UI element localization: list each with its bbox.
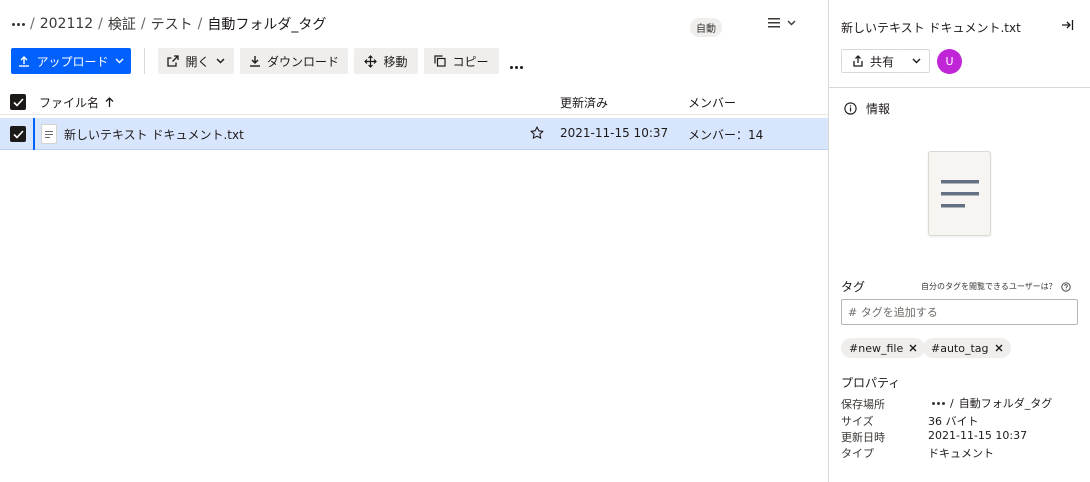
- breadcrumb-separator: /: [98, 16, 103, 32]
- tag-input-placeholder: # タグを追加する: [848, 306, 938, 319]
- tag-visibility-help[interactable]: 自分のタグを閲覧できるユーザーは？: [921, 281, 1071, 292]
- share-icon: [852, 55, 864, 67]
- row-checkbox[interactable]: [10, 126, 26, 142]
- breadcrumb-separator: /: [30, 16, 35, 32]
- members-column-header[interactable]: メンバー: [688, 94, 736, 111]
- name-column-label: ファイル名: [39, 96, 100, 110]
- panel-divider: [829, 87, 1090, 88]
- sort-ascending-icon: [105, 97, 114, 108]
- download-button[interactable]: ダウンロード: [240, 48, 348, 74]
- tag-input[interactable]: # タグを追加する: [841, 299, 1078, 325]
- file-modified: 2021-11-15 10:37: [560, 126, 669, 140]
- tag-chip-label: #auto_tag: [931, 341, 989, 355]
- open-external-icon: [167, 55, 180, 67]
- chevron-down-icon: [912, 58, 921, 64]
- breadcrumb: / 202112 / 検証 / テスト / 自動フォルダ_タグ: [12, 12, 326, 36]
- breadcrumb-item-202112[interactable]: 202112: [40, 16, 93, 32]
- chevron-down-icon: [787, 20, 796, 26]
- share-button[interactable]: 共有: [841, 49, 905, 73]
- tag-chip-auto-tag[interactable]: #auto_tag: [923, 338, 1011, 358]
- type-label: タイプ: [841, 447, 874, 460]
- modified-label: 更新日時: [841, 431, 885, 444]
- tags-heading: タグ: [841, 280, 866, 294]
- help-icon: [1061, 281, 1071, 292]
- info-section: 情報: [844, 100, 890, 117]
- modified-value: 2021-11-15 10:37: [928, 429, 1028, 442]
- breadcrumb-separator: /: [197, 16, 203, 32]
- share-dropdown-button[interactable]: [904, 49, 930, 73]
- location-separator: /: [950, 396, 954, 410]
- list-view-icon: [768, 17, 782, 29]
- document-lines-icon: [941, 180, 979, 208]
- location-value[interactable]: / 自動フォルダ_タグ: [932, 395, 1052, 411]
- breadcrumb-current: 自動フォルダ_タグ: [207, 17, 327, 33]
- modified-column-header[interactable]: 更新済み: [560, 94, 608, 111]
- move-button[interactable]: 移動: [354, 48, 418, 74]
- location-label: 保存場所: [841, 398, 885, 411]
- panel-title: 新しいテキスト ドキュメント.txt: [841, 21, 1021, 35]
- name-column-header[interactable]: ファイル名: [39, 94, 114, 111]
- upload-label: アップロード: [36, 54, 109, 69]
- chevron-down-icon: [216, 58, 225, 64]
- size-value: 36 バイト: [928, 415, 979, 428]
- table-row[interactable]: 新しいテキスト ドキュメント.txt 2021-11-15 10:37 メンバー…: [0, 118, 828, 150]
- avatar[interactable]: U: [937, 49, 962, 74]
- select-all-checkbox[interactable]: [10, 94, 26, 110]
- copy-label: コピー: [452, 54, 489, 69]
- open-label: 開く: [185, 54, 210, 69]
- view-options-button[interactable]: [768, 17, 796, 29]
- text-file-icon: [41, 124, 57, 144]
- more-actions-icon[interactable]: [510, 58, 523, 72]
- file-members[interactable]: メンバー：14: [688, 126, 763, 143]
- properties-heading: プロパティ: [841, 376, 901, 390]
- tag-chip-new-file[interactable]: #new_file: [841, 338, 926, 358]
- breadcrumb-separator: /: [140, 16, 146, 32]
- row-selected-indicator: [33, 118, 35, 150]
- open-button[interactable]: 開く: [158, 48, 234, 74]
- star-icon[interactable]: [530, 126, 544, 140]
- type-value: ドキュメント: [928, 447, 994, 460]
- file-name[interactable]: 新しいテキスト ドキュメント.txt: [64, 126, 244, 143]
- more-path-icon: [932, 401, 945, 405]
- breadcrumb-item-test[interactable]: テスト: [151, 14, 193, 34]
- info-label: 情報: [866, 102, 891, 116]
- chevron-down-icon: [115, 58, 124, 64]
- download-label: ダウンロード: [266, 54, 339, 69]
- breadcrumb-item-verification[interactable]: 検証: [108, 14, 136, 34]
- tag-chip-label: #new_file: [849, 341, 904, 355]
- auto-badge: 自動: [690, 18, 722, 37]
- move-icon: [364, 54, 378, 68]
- file-preview[interactable]: [928, 151, 991, 236]
- info-icon: [844, 102, 857, 115]
- tag-help-text: 自分のタグを閲覧できるユーザーは？: [921, 282, 1057, 291]
- share-label: 共有: [869, 54, 894, 69]
- upload-button[interactable]: アップロード: [11, 48, 131, 74]
- toolbar-divider: [144, 48, 145, 74]
- copy-icon: [434, 55, 447, 67]
- table-header: ファイル名 更新済み メンバー: [0, 89, 828, 115]
- more-breadcrumb-icon[interactable]: [12, 22, 25, 26]
- move-label: 移動: [383, 54, 408, 69]
- copy-button[interactable]: コピー: [424, 48, 499, 74]
- size-label: サイズ: [841, 415, 874, 428]
- download-icon: [249, 55, 261, 67]
- close-icon[interactable]: [995, 344, 1003, 352]
- collapse-panel-icon[interactable]: [1061, 19, 1074, 31]
- location-folder: 自動フォルダ_タグ: [958, 397, 1053, 410]
- close-icon[interactable]: [909, 344, 917, 352]
- upload-icon: [18, 55, 30, 67]
